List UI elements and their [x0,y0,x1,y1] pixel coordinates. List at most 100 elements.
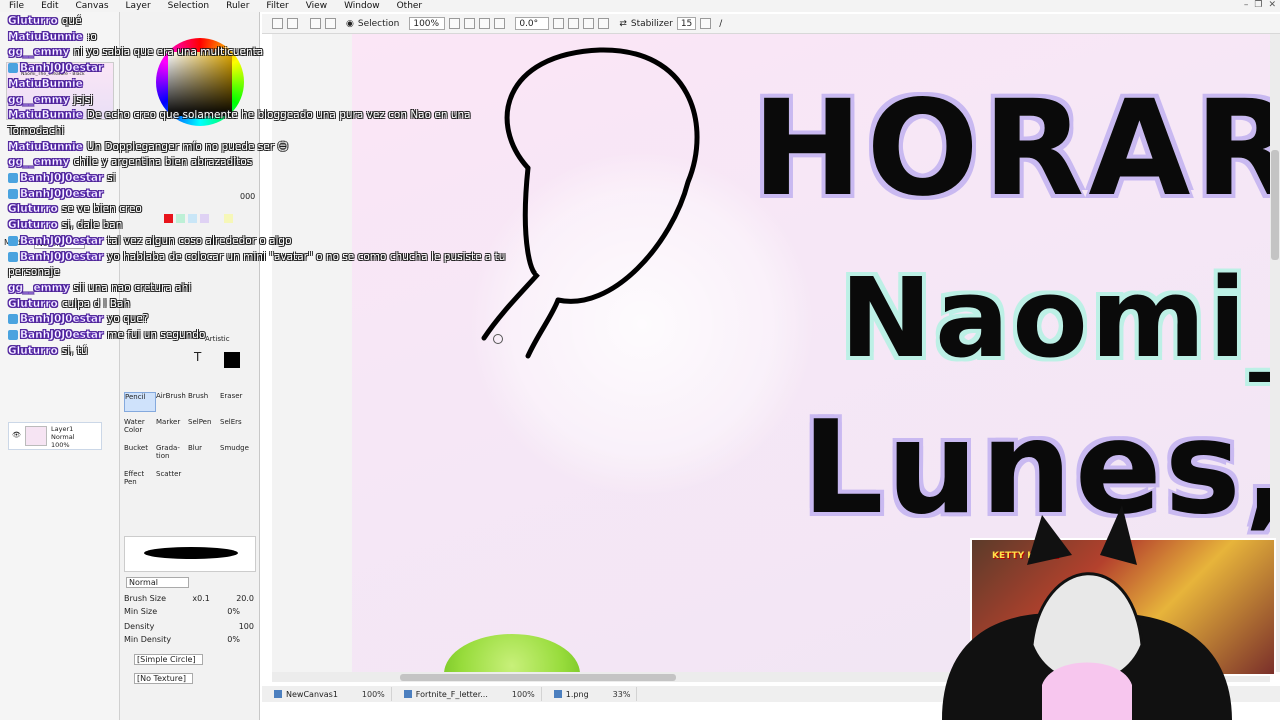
chat-message: MatiuBunnie [8,77,528,93]
menu-edit[interactable]: Edit [32,0,66,12]
brush-size-label: Brush Size [124,594,167,603]
canvas-tab[interactable]: NewCanvas1 100% [262,687,392,701]
avatar-ear-right [1100,505,1137,565]
chat-text: tal vez algun coso alrededor o algo [107,234,292,247]
chat-username: gg__emmy [8,93,70,106]
canvas-file-icon [553,690,562,698]
chat-username: MatiuBunnie [8,30,83,43]
menu-view[interactable]: View [297,0,335,12]
chat-message: BanhJ0J0estar si [8,171,528,187]
stabilizer-field[interactable]: 15 [676,17,697,30]
rotate-ccw-icon[interactable] [568,18,580,29]
tool-effect-pen[interactable]: Effect Pen [124,470,156,490]
chat-text: jsjsj [73,93,94,106]
chat-message: MatiuBunnie De echo creo que solamente he… [8,108,528,124]
menu-canvas[interactable]: Canvas [67,0,117,12]
chat-message: Gluturro si, tú [8,344,528,360]
tool-water-color[interactable]: Water Color [124,418,156,438]
tool-label: SelPen [188,418,212,426]
menu-layer[interactable]: Layer [117,0,159,12]
tool-grada-tion[interactable]: Grada-tion [156,444,188,464]
menu-filter[interactable]: Filter [257,0,296,12]
stabilizer-dropdown-icon[interactable] [700,18,712,29]
tool-bucket[interactable]: Bucket [124,444,156,464]
chat-text: culpa d l Bah [61,297,131,310]
flip-icon[interactable]: ⇄ [619,19,627,29]
tool-brush[interactable]: Brush [188,392,220,412]
tool-airbrush[interactable]: AirBrush [156,392,188,412]
rotate-reset-icon[interactable] [598,18,610,29]
tool-smudge[interactable]: Smudge [220,444,252,464]
tool-label: Pencil [125,393,146,401]
chat-username: gg__emmy [8,156,70,169]
tool-label: Eraser [220,392,243,400]
chat-message: Gluturro si, dale ban [8,218,528,234]
chat-text: si [107,172,116,185]
tool-pencil[interactable]: Pencil [124,392,156,412]
bubble-outline [504,47,700,304]
minimize-icon[interactable]: – [1244,0,1249,10]
canvas-file-icon [403,690,412,698]
chat-username: BanhJ0J0estar [20,329,104,342]
brush-texture-select[interactable]: [No Texture] [134,673,193,684]
tool-selpen[interactable]: SelPen [188,418,220,438]
close-icon[interactable]: ✕ [1268,0,1276,10]
menu-ruler[interactable]: Ruler [217,0,257,12]
stabilizer-label: Stabilizer [630,18,673,29]
window-controls: – ❐ ✕ [1244,0,1276,10]
canvas-tab[interactable]: Fortnite_F_letter... 100% [392,687,542,701]
canvas-tab[interactable]: 1.png 33% [542,687,638,701]
layer-name: Layer1 [51,425,74,433]
tool-label: Grada-tion [156,444,180,460]
chat-text: personaje [8,266,60,279]
chat-username: gg__emmy [8,281,70,295]
tool-label: Bucket [124,444,148,452]
layer-opacity: 100% [51,441,70,449]
chat-message: BanhJ0J0estar [8,61,528,77]
eye-icon[interactable]: 👁 [12,431,21,439]
min-size-value: 0% [227,607,240,616]
rotate-cw-icon[interactable] [583,18,595,29]
menu-selection[interactable]: Selection [159,0,217,12]
rotation-dropdown-icon[interactable] [553,18,565,29]
chat-message: BanhJ0J0estar yo que? [8,312,528,328]
min-size-row[interactable]: Min Size 0% [124,607,254,616]
min-density-value: 0% [227,635,240,644]
chat-overlay: Gluturro qué MatiuBunnie:o gg__emmy ni yo sa… [8,14,528,359]
brush-shape-select[interactable]: [Simple Circle] [134,654,203,665]
tool-label: Water Color [124,418,145,434]
vertical-scroll-thumb[interactable] [1271,150,1279,260]
menu-window[interactable]: Window [335,0,388,12]
layer-row[interactable]: 👁 Layer1 Normal 100% [8,422,102,450]
tab-name: Fortnite_F_letter... [415,689,488,699]
brush-size-row[interactable]: Brush Size x0.1 20.0 [124,594,254,603]
subscriber-badge-icon [8,330,18,341]
chat-text: yo hablaba de colocar un mini "avatar" o… [107,250,506,263]
menu-file[interactable]: File [0,0,32,12]
restore-icon[interactable]: ❐ [1254,0,1262,10]
menu-other[interactable]: Other [388,0,431,12]
tool-selers[interactable]: SelErs [220,418,252,438]
chat-username: Gluturro [8,297,58,310]
brush-blend-select[interactable]: Normal [126,577,189,588]
tool-label: Scatter [156,470,182,478]
chat-text: ni yo sabia que era una multicuenta [73,46,264,59]
tool-eraser[interactable]: Eraser [220,392,252,412]
density-value: 100 [238,622,254,631]
subscriber-badge-icon [8,173,18,184]
subscriber-badge-icon [8,314,18,325]
tool-scatter[interactable]: Scatter [156,470,188,490]
line-tool-icon[interactable]: ∕ [719,19,722,29]
density-row[interactable]: Density 100 [124,622,254,631]
tool-blur[interactable]: Blur [188,444,220,464]
density-label: Density [124,622,155,631]
chat-username: BanhJ0J0estar [20,187,104,200]
tool-grid: Pencil AirBrush Brush Eraser Water Color Mark… [124,392,256,490]
chat-message: BanhJ0J0estar [8,187,528,203]
chat-message: BanhJ0J0estar yo hablaba de colocar un mi… [8,250,528,266]
min-density-row[interactable]: Min Density 0% [124,635,254,644]
horizontal-scroll-thumb[interactable] [400,674,676,681]
tool-marker[interactable]: Marker [156,418,188,438]
chat-username: Gluturro [8,203,58,216]
brush-size-value: 20.0 [236,594,254,603]
